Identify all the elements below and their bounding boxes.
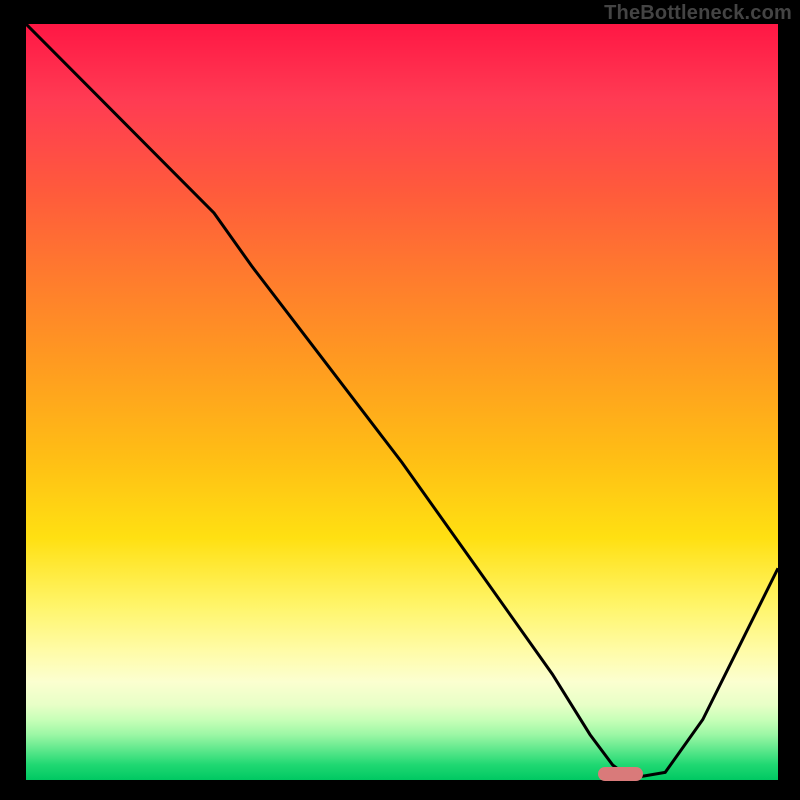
optimal-marker: [598, 767, 643, 781]
chart-container: TheBottleneck.com: [0, 0, 800, 800]
watermark-text: TheBottleneck.com: [604, 2, 792, 25]
plot-area: [24, 24, 780, 782]
bottleneck-curve: [26, 24, 778, 780]
